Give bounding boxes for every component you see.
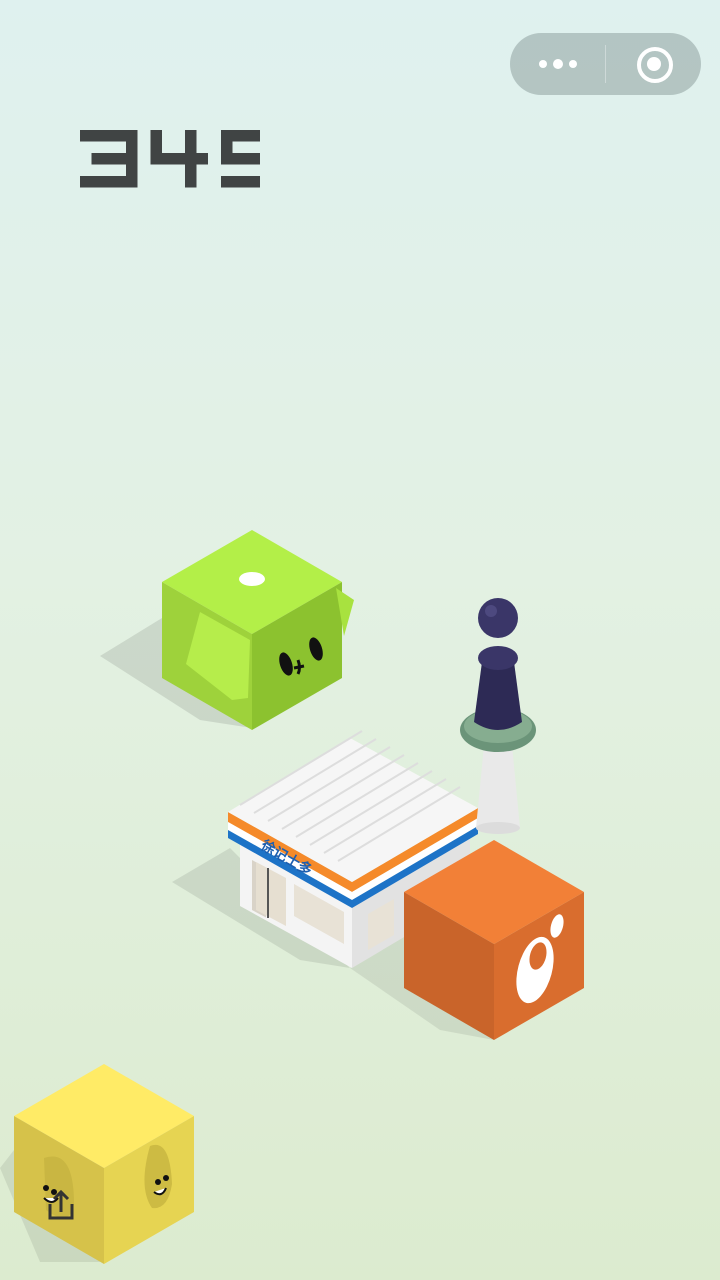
game-scene[interactable]: 徐记士多 [0,0,720,1280]
player-piece[interactable] [460,598,536,834]
